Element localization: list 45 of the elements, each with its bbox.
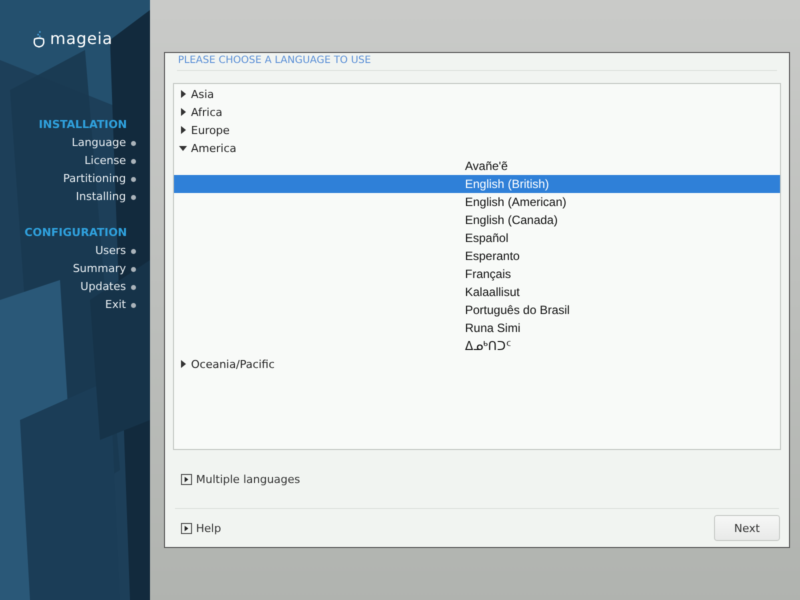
section-title: INSTALLATION — [38, 117, 127, 133]
language-item[interactable]: Runa Simi — [174, 319, 780, 337]
step-label: Updates — [80, 279, 126, 295]
language-item[interactable]: Português do Brasil — [174, 301, 780, 319]
tree-row[interactable]: Africa — [174, 103, 780, 121]
step-label: Users — [95, 243, 126, 259]
tree-row[interactable]: Oceania/Pacific — [174, 355, 780, 373]
cauldron-icon — [32, 30, 46, 48]
step-dot-icon — [131, 284, 136, 290]
language-item[interactable]: Avañe'ẽ — [174, 157, 780, 175]
step-label: Installing — [76, 189, 126, 205]
region-label: Africa — [191, 106, 222, 118]
tree-row[interactable]: Asia — [174, 85, 780, 103]
language-item[interactable]: ᐃᓄᒃᑎᑐᑦ — [174, 337, 780, 355]
step-label: Partitioning — [63, 171, 126, 187]
tree-row[interactable]: America — [174, 139, 780, 157]
region-label: Europe — [191, 124, 230, 136]
language-item[interactable]: English (Canada) — [174, 211, 780, 229]
step-dot-icon — [131, 158, 136, 164]
tree-row[interactable]: Europe — [174, 121, 780, 139]
step-label: Exit — [105, 297, 126, 313]
step-label: Summary — [72, 261, 126, 277]
region-label: Oceania/Pacific — [191, 358, 275, 370]
region-label: America — [191, 142, 236, 154]
language-item[interactable]: Français — [174, 265, 780, 283]
next-button[interactable]: Next — [714, 515, 780, 541]
language-item[interactable]: Kalaallisut — [174, 283, 780, 301]
section-title: CONFIGURATION — [24, 225, 127, 241]
language-item[interactable]: English (British) — [174, 175, 780, 193]
language-item[interactable]: Esperanto — [174, 247, 780, 265]
step-label: License — [84, 153, 126, 169]
dialog-heading: PLEASE CHOOSE A LANGUAGE TO USE — [177, 54, 372, 68]
step-dot-icon — [131, 176, 136, 182]
language-item[interactable]: English (American) — [174, 193, 780, 211]
expander-toggle[interactable]: Multiple languages — [181, 472, 300, 486]
help-toggle[interactable]: Help — [181, 522, 222, 534]
step-dot-icon — [131, 248, 136, 254]
step-dot-icon — [131, 194, 136, 200]
language-item[interactable]: Español — [174, 229, 780, 247]
step-label: Language — [72, 135, 126, 151]
step-dot-icon — [131, 140, 136, 146]
step-dot-icon — [131, 302, 136, 308]
region-label: Asia — [191, 88, 214, 100]
logo-text: mageia — [50, 30, 113, 48]
step-dot-icon — [131, 266, 136, 272]
